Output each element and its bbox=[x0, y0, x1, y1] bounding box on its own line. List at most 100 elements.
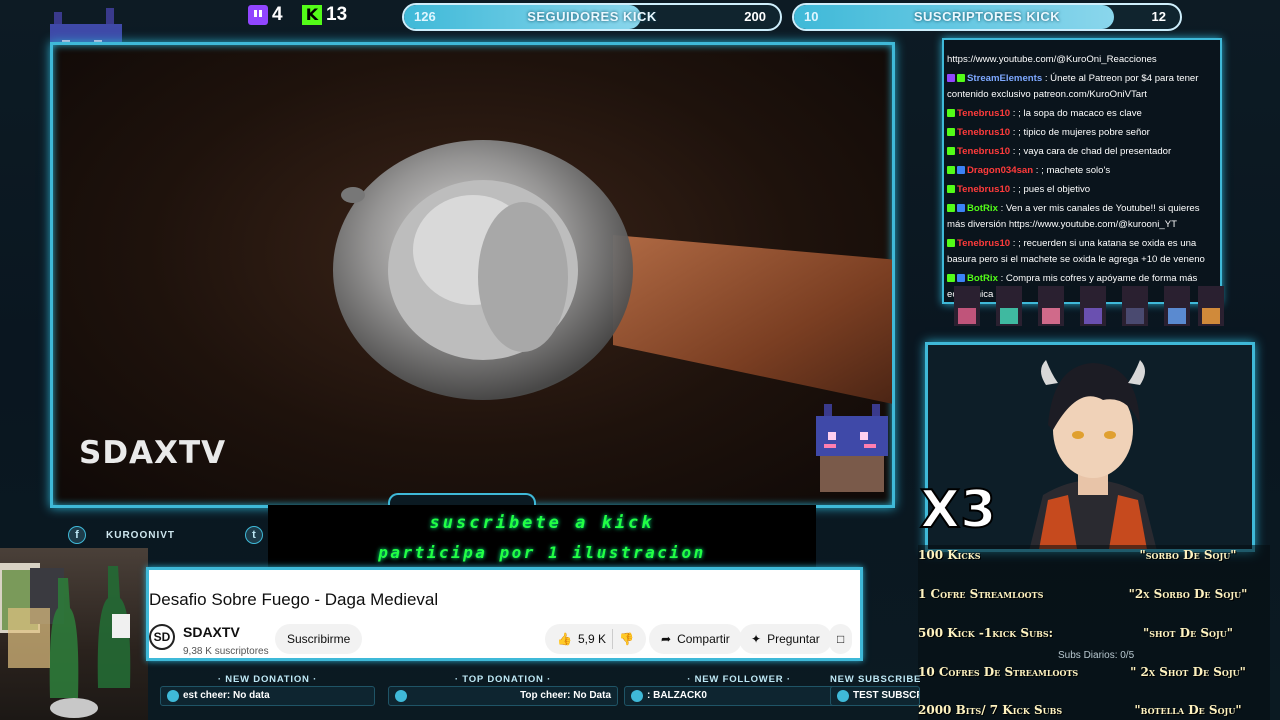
twitch-icon bbox=[248, 5, 268, 25]
youtube-video-info: Desafio Sobre Fuego - Daga Medieval SD S… bbox=[146, 567, 863, 661]
subs-goal-label: SUSCRIPTORES KICK bbox=[913, 9, 1061, 24]
banner-line-2: participa por 1 ilustracion bbox=[378, 543, 706, 562]
social-links: f KUROONIVT t bbox=[68, 526, 263, 544]
chat-username[interactable]: Tenebrus10 bbox=[957, 184, 1010, 195]
video-title[interactable]: Desafio Sobre Fuego - Daga Medieval bbox=[149, 590, 438, 610]
new-donation-widget: · NEW DONATION · est cheer: No data bbox=[160, 672, 375, 708]
chat-message: BotRix : Ven a ver mis canales de Youtub… bbox=[947, 201, 1216, 233]
pixel-mascot-video bbox=[816, 404, 888, 492]
chat-username[interactable]: BotRix bbox=[967, 203, 998, 214]
alert-body: Top cheer: No Data bbox=[388, 686, 618, 706]
alert-body: : BALZACK0 bbox=[624, 686, 854, 706]
rule-trigger: 1 Cofre Streamloots bbox=[918, 587, 1044, 601]
rule-reward: "shot De Soju" bbox=[1142, 626, 1234, 640]
twitch-count: 4 bbox=[272, 4, 283, 25]
drop-icon bbox=[395, 690, 407, 702]
top-stats-bar: 4 K 13 126 SEGUIDORES KICK 200 10 SUSCRI… bbox=[0, 0, 1280, 34]
followers-target: 200 bbox=[744, 9, 766, 24]
alert-text: TEST SUBSCRIBER: GENERALMORA bbox=[853, 690, 919, 701]
chat-username[interactable]: Tenebrus10 bbox=[957, 108, 1010, 119]
rule-trigger: 500 Kick -1kick Subs: bbox=[918, 626, 1054, 640]
webcam-scene bbox=[0, 563, 131, 718]
rule-row: 1 Cofre Streamloots "2x Sorbo De Soju" bbox=[918, 587, 1270, 607]
kick-badge-icon bbox=[947, 166, 955, 175]
chat-message: Tenebrus10 : ; recuerden si una katana s… bbox=[947, 236, 1216, 268]
chat-text: : ; pues el objetivo bbox=[1010, 184, 1091, 195]
alerts-bar: · NEW DONATION · est cheer: No data · TO… bbox=[160, 672, 920, 720]
kick-badge-icon bbox=[947, 109, 955, 118]
alert-body: TEST SUBSCRIBER: GENERALMORA bbox=[830, 686, 920, 706]
chat-message: Tenebrus10 : ; vaya cara de chad del pre… bbox=[947, 144, 1216, 160]
subscribe-button[interactable]: Suscribirme bbox=[275, 624, 363, 654]
rule-row: 500 Kick -1kick Subs: "shot De Soju" bbox=[918, 626, 1270, 646]
sparkle-icon: ✦ bbox=[751, 632, 762, 646]
divider bbox=[611, 629, 613, 649]
rule-reward: "sorbo De Soju" bbox=[1139, 548, 1237, 562]
multiplier-text: X3 bbox=[919, 479, 997, 541]
alert-title: NEW SUBSCRIBER bbox=[830, 674, 920, 685]
chat-username[interactable]: Tenebrus10 bbox=[957, 146, 1010, 157]
alert-text: est cheer: No data bbox=[183, 690, 270, 701]
banner-line-1: suscribete a kick bbox=[429, 513, 655, 533]
channel-avatar[interactable]: SD bbox=[149, 624, 175, 650]
rule-trigger: 10 Cofres De Streamloots bbox=[918, 665, 1079, 679]
chat-username[interactable]: StreamElements bbox=[967, 73, 1042, 84]
kick-icon: K bbox=[302, 5, 322, 25]
chat-text: : ; tipico de mujeres pobre señor bbox=[1010, 127, 1150, 138]
chat-panel[interactable]: https://www.youtube.com/@KuroOni_Reaccio… bbox=[942, 38, 1222, 304]
subs-daily-counter: Subs Diarios: 0/5 bbox=[1058, 650, 1135, 661]
rule-row: 10 Cofres De Streamloots " 2x Shot De So… bbox=[918, 665, 1270, 685]
ask-button[interactable]: ✦ Preguntar bbox=[739, 624, 832, 654]
info-icon bbox=[167, 690, 179, 702]
badge-icon bbox=[947, 74, 955, 83]
new-follower-widget: · NEW FOLLOWER · : BALZACK0 bbox=[624, 672, 854, 708]
rule-row: 100 Kicks "sorbo De Soju" bbox=[918, 548, 1270, 568]
share-button[interactable]: ➦ Compartir bbox=[649, 624, 742, 654]
kick-badge-icon bbox=[947, 185, 955, 194]
chat-username[interactable]: Tenebrus10 bbox=[957, 127, 1010, 138]
alert-body: est cheer: No data bbox=[160, 686, 375, 706]
ask-label: Preguntar bbox=[767, 632, 820, 646]
channel-name[interactable]: SDAXTV bbox=[183, 624, 240, 640]
alert-title: · NEW DONATION · bbox=[217, 674, 318, 685]
twitter-icon[interactable]: t bbox=[245, 526, 263, 544]
badge-icon bbox=[957, 204, 965, 213]
kick-badge-icon bbox=[947, 128, 955, 137]
rule-trigger: 2000 Bits/ 7 Kick Subs bbox=[918, 703, 1063, 717]
main-video-frame[interactable]: SDAXTV bbox=[50, 42, 895, 508]
kick-badge-icon bbox=[947, 147, 955, 156]
alert-text: Top cheer: No Data bbox=[520, 690, 611, 701]
follower-icon bbox=[631, 690, 643, 702]
alert-text: : BALZACK0 bbox=[647, 690, 707, 701]
chat-username[interactable]: Dragon034san bbox=[967, 165, 1033, 176]
share-label: Compartir bbox=[677, 632, 730, 646]
new-subscriber-widget: NEW SUBSCRIBER TEST SUBSCRIBER: GENERALM… bbox=[830, 672, 920, 708]
save-button[interactable]: □ bbox=[829, 624, 853, 654]
badge-icon bbox=[957, 74, 965, 83]
facebook-icon[interactable]: f bbox=[68, 526, 86, 544]
chat-message: StreamElements : Únete al Patreon por $4… bbox=[947, 71, 1216, 103]
share-icon: ➦ bbox=[661, 632, 672, 646]
followers-goal-label: SEGUIDORES KICK bbox=[527, 9, 657, 24]
chat-message: Tenebrus10 : ; tipico de mujeres pobre s… bbox=[947, 125, 1216, 141]
dislike-icon[interactable]: 👎 bbox=[619, 632, 634, 646]
kick-badge-icon bbox=[947, 204, 955, 213]
chat-text: : ; vaya cara de chad del presentador bbox=[1010, 146, 1172, 157]
webcam-feed bbox=[0, 548, 148, 720]
video-watermark: SDAXTV bbox=[79, 435, 227, 471]
chat-username[interactable]: Tenebrus10 bbox=[957, 238, 1010, 249]
like-count[interactable]: 5,9 K bbox=[578, 632, 606, 646]
like-icon[interactable]: 👍 bbox=[557, 632, 572, 646]
subs-target: 12 bbox=[1151, 9, 1166, 24]
bookmark-icon: □ bbox=[837, 632, 845, 646]
followers-goal-bar: 126 SEGUIDORES KICK 200 bbox=[402, 3, 782, 31]
chat-message: Tenebrus10 : ; la sopa do macaco es clav… bbox=[947, 106, 1216, 122]
character-sprites bbox=[954, 286, 1224, 326]
kick-viewers: K 13 bbox=[302, 4, 347, 26]
chat-message: https://www.youtube.com/@KuroOni_Reaccio… bbox=[947, 52, 1216, 68]
channel-subscriber-count: 9,38 K suscriptores bbox=[183, 646, 269, 657]
badge-icon bbox=[957, 166, 965, 175]
rule-trigger: 100 Kicks bbox=[918, 548, 981, 562]
alert-title: · NEW FOLLOWER · bbox=[687, 674, 791, 685]
kick-badge-icon bbox=[947, 239, 955, 248]
